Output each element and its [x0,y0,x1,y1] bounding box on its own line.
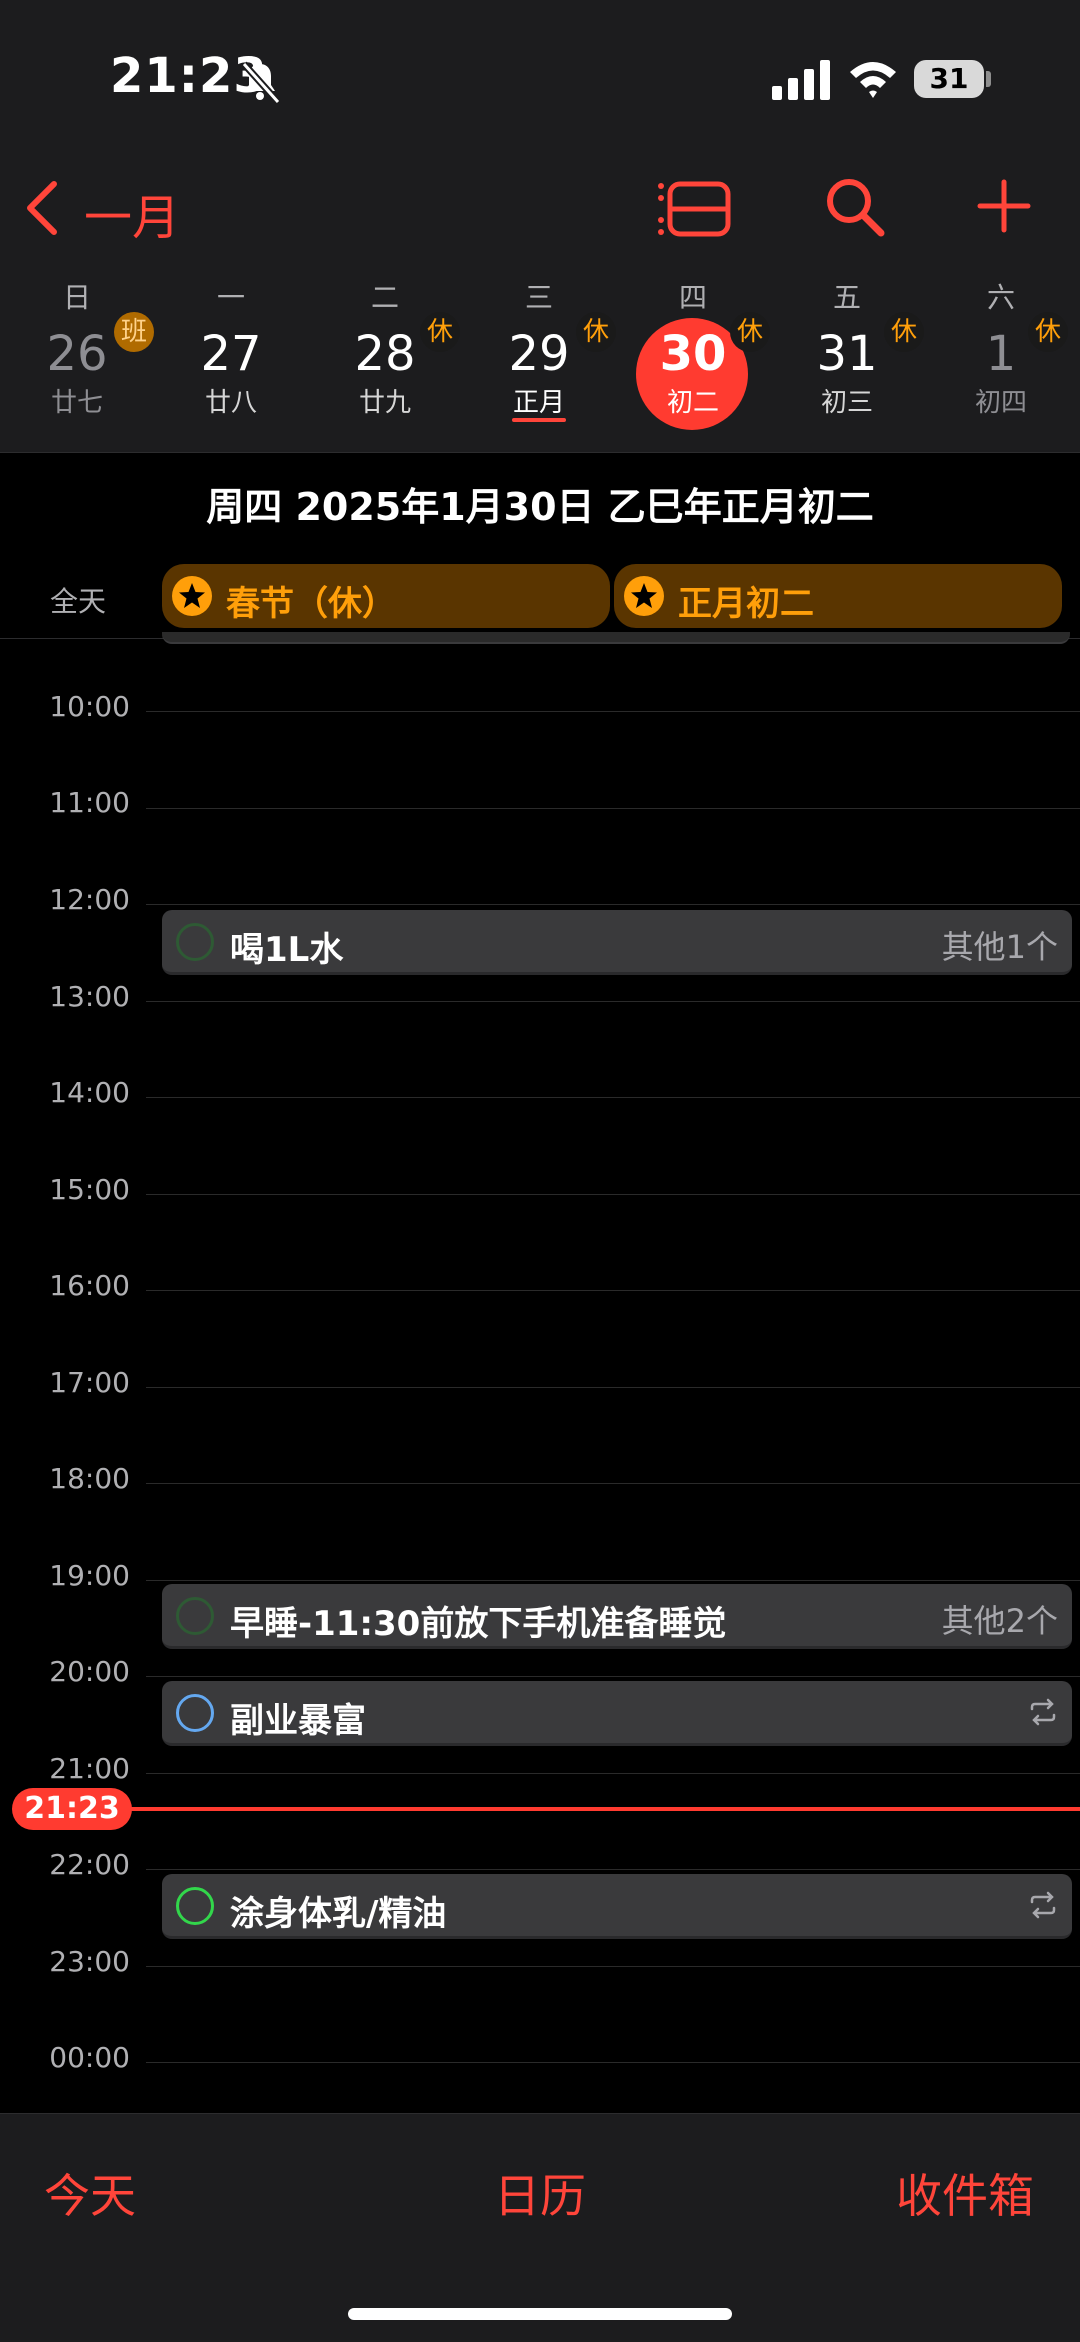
hour-label: 13:00 [49,980,130,1013]
search-icon[interactable] [824,176,886,238]
weekday-label: 二 [370,281,399,314]
hour-label: 15:00 [49,1173,130,1206]
list-view-icon[interactable] [656,180,732,238]
holiday-badge: 休 [1028,312,1068,352]
weekday-label: 一 [216,281,245,314]
reminder-ring-icon[interactable] [176,1597,214,1635]
lunar-date: 初二 [666,388,719,418]
lunar-date: 廿八 [204,388,257,418]
reminder-ring-icon[interactable] [176,923,214,961]
all-day-event-title: 春节（休） [226,584,396,624]
hour-line [146,808,1080,809]
hour-label: 00:00 [49,2041,130,2074]
event-block[interactable]: 涂身体乳/精油 [162,1874,1072,1939]
hour-line [146,1483,1080,1484]
workday-badge: 班 [114,312,154,352]
hour-label: 23:00 [49,1945,130,1978]
hour-label: 18:00 [49,1462,130,1495]
lunar-date: 廿七 [50,388,103,418]
add-icon[interactable] [976,178,1032,234]
hour-label: 10:00 [49,690,130,723]
hour-label: 22:00 [49,1848,130,1881]
tab-calendar[interactable]: 日历 [494,2160,586,2226]
hour-line [146,711,1080,712]
hour-label: 21:00 [49,1752,130,1785]
tab-inbox[interactable]: 收件箱 [896,2160,1034,2226]
holiday-badge: 休 [420,312,460,352]
repeat-icon [1030,1891,1056,1919]
current-time-line [100,1807,1080,1811]
all-day-event[interactable]: 春节（休） [162,564,610,628]
event-title: 喝1L水 [230,930,344,970]
more-events-label[interactable]: 其他1个 [942,922,1058,968]
more-events-label[interactable]: 其他2个 [942,1596,1058,1642]
date-title: 周四 2025年1月30日 乙巳年正月初二 [206,485,874,529]
day-number[interactable]: 27 [176,326,286,382]
holiday-badge: 休 [884,312,924,352]
hour-line [146,1387,1080,1388]
hour-label: 19:00 [49,1559,130,1592]
lunar-date: 初四 [974,388,1027,418]
battery-tip [986,71,991,87]
hour-line [146,1869,1080,1870]
hour-label: 14:00 [49,1076,130,1109]
hour-label: 11:00 [49,786,130,819]
event-edge [162,632,1070,644]
event-title: 副业暴富 [230,1701,366,1741]
battery-level: 31 [929,62,969,95]
home-indicator[interactable] [348,2308,732,2320]
hour-label: 16:00 [49,1269,130,1302]
holiday-badge: 休 [730,312,770,352]
weekday-label: 五 [832,281,861,314]
cellular-signal-icon [772,60,830,100]
back-month-button[interactable]: 一月 [84,178,180,248]
star-icon [172,576,212,616]
weekday-label: 日 [62,281,91,314]
star-icon [624,576,664,616]
hour-line [146,1580,1080,1581]
battery-icon: 31 [914,60,984,98]
wifi-icon [850,62,896,98]
holiday-badge: 休 [576,312,616,352]
event-block[interactable]: 喝1L水 其他1个 [162,910,1072,975]
tab-today[interactable]: 今天 [44,2160,136,2226]
reminder-ring-icon[interactable] [176,1887,214,1925]
event-block[interactable]: 副业暴富 [162,1681,1072,1746]
chevron-left-icon[interactable] [22,180,62,236]
hour-line [146,1290,1080,1291]
hour-line [146,1001,1080,1002]
lunar-date: 廿九 [358,388,411,418]
hour-line [146,1676,1080,1677]
lunar-date: 初三 [820,388,873,418]
current-time-badge: 21:23 [12,1788,132,1830]
repeat-icon [1030,1698,1056,1726]
hour-line [146,904,1080,905]
hour-line [146,1773,1080,1774]
hour-line [146,1966,1080,1967]
hour-label: 20:00 [49,1655,130,1688]
hour-label: 12:00 [49,883,130,916]
event-title: 早睡-11:30前放下手机准备睡觉 [230,1604,727,1644]
event-block[interactable]: 早睡-11:30前放下手机准备睡觉 其他2个 [162,1584,1072,1649]
lunar-date: 正月 [512,388,565,418]
hour-line [146,1194,1080,1195]
all-day-event[interactable]: 正月初二 [614,564,1062,628]
weekday-label: 六 [986,281,1015,314]
hour-line [146,1097,1080,1098]
all-day-event-title: 正月初二 [678,584,814,624]
all-day-label: 全天 [50,585,107,618]
weekday-label: 四 [678,281,707,314]
hour-label: 17:00 [49,1366,130,1399]
reminder-ring-icon[interactable] [176,1694,214,1732]
event-title: 涂身体乳/精油 [230,1894,447,1934]
weekday-label: 三 [524,281,553,314]
hour-line [146,2062,1080,2063]
bell-slash-icon [241,61,281,105]
